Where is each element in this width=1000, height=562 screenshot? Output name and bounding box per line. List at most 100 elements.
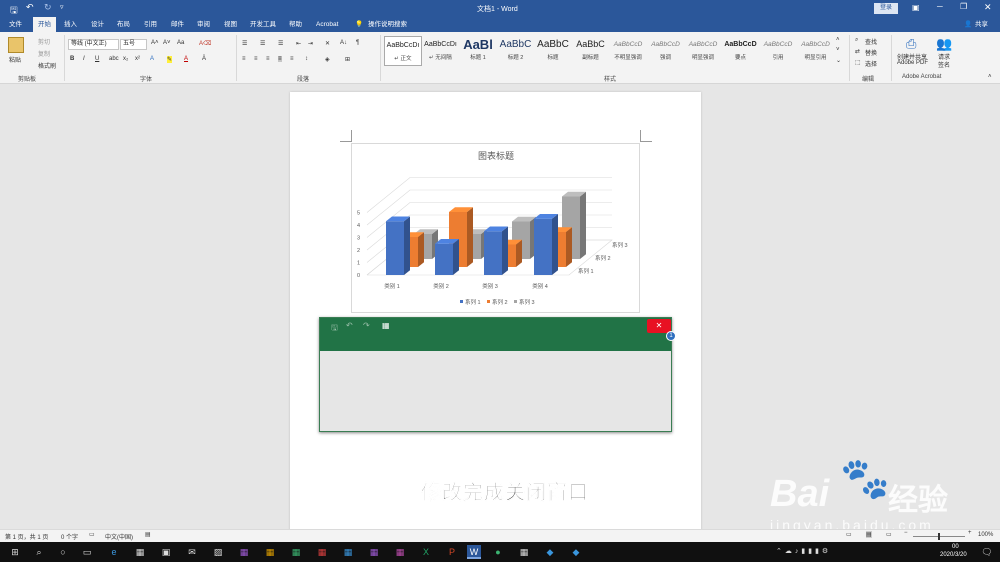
- shading-icon[interactable]: ◈: [325, 56, 330, 63]
- tab-references[interactable]: 引用: [144, 17, 157, 32]
- style-2[interactable]: AaBl 标题 1: [459, 36, 497, 66]
- gallery-more-icon[interactable]: ⌄: [836, 57, 841, 64]
- numbering-icon[interactable]: ☰: [260, 40, 265, 47]
- align-right-icon[interactable]: ≡: [266, 56, 270, 62]
- tab-insert[interactable]: 插入: [64, 17, 77, 32]
- zoom-out-icon[interactable]: −: [904, 530, 908, 536]
- excel-icon[interactable]: X: [419, 545, 433, 559]
- zoom-level[interactable]: 100%: [978, 532, 993, 538]
- word-icon[interactable]: W: [467, 545, 481, 559]
- bold-icon[interactable]: B: [70, 56, 74, 62]
- tab-review[interactable]: 审阅: [197, 17, 210, 32]
- show-marks-icon[interactable]: ¶: [356, 40, 359, 46]
- proofing-icon[interactable]: ▭: [89, 531, 95, 538]
- collapse-ribbon-icon[interactable]: ˄: [988, 74, 992, 80]
- align-left-icon[interactable]: ≡: [242, 56, 246, 62]
- italic-icon[interactable]: I: [83, 56, 85, 62]
- borders-icon[interactable]: ⊞: [345, 56, 350, 63]
- style-3[interactable]: AaBbC 标题 2: [497, 36, 535, 66]
- chinese-layout-icon[interactable]: ✕: [325, 40, 330, 47]
- tray-icons[interactable]: ⌃☁♪▮▮▮⚙: [776, 545, 926, 559]
- grow-font-icon[interactable]: A˄: [151, 40, 159, 46]
- request-sign-icon[interactable]: 👥: [936, 36, 952, 52]
- paste-icon[interactable]: [8, 37, 24, 53]
- ribbon-display-icon[interactable]: ▣: [912, 3, 920, 12]
- share-button[interactable]: 共享: [975, 17, 988, 32]
- tab-mailings[interactable]: 邮件: [171, 17, 184, 32]
- copy-button[interactable]: 复制: [38, 49, 50, 58]
- redo-icon[interactable]: ↻: [44, 2, 52, 13]
- bullets-icon[interactable]: ☰: [242, 40, 247, 47]
- style-1[interactable]: AaBbCcDı ↵ 无间隔: [422, 36, 460, 66]
- tab-acrobat[interactable]: Acrobat: [316, 17, 338, 32]
- app-icon[interactable]: ▦: [133, 545, 147, 559]
- replace-button[interactable]: 替换: [865, 48, 877, 57]
- app-icon[interactable]: ▦: [517, 545, 531, 559]
- style-11[interactable]: AaBbCcD 明显引用: [797, 36, 835, 66]
- app-icon[interactable]: ▦: [237, 545, 251, 559]
- decrease-indent-icon[interactable]: ⇤: [296, 40, 301, 47]
- print-layout-icon[interactable]: ▤: [866, 531, 872, 538]
- style-5[interactable]: AaBbC 副标题: [572, 36, 610, 66]
- clear-format-icon[interactable]: A⌫: [199, 40, 212, 47]
- text-effects-icon[interactable]: A: [150, 56, 154, 62]
- select-button[interactable]: 选择: [865, 59, 877, 68]
- zoom-slider[interactable]: [913, 533, 965, 540]
- font-name-select[interactable]: 等线 (中文正): [68, 39, 119, 50]
- distributed-icon[interactable]: ≡: [290, 56, 294, 62]
- shrink-font-icon[interactable]: A˅: [163, 40, 171, 46]
- tab-developer[interactable]: 开发工具: [250, 17, 276, 32]
- sort-icon[interactable]: A↓: [340, 40, 347, 46]
- paste-button[interactable]: 粘贴: [9, 55, 21, 64]
- search-icon[interactable]: ⌕: [32, 545, 46, 559]
- style-6[interactable]: AaBbCcD 不明显强调: [609, 36, 647, 66]
- page-count[interactable]: 第 1 页，共 1 页: [5, 532, 48, 541]
- increase-indent-icon[interactable]: ⇥: [308, 40, 313, 47]
- tab-home[interactable]: 开始: [33, 17, 56, 32]
- find-button[interactable]: 查找: [865, 37, 877, 46]
- format-painter-button[interactable]: 格式刷: [38, 61, 56, 70]
- multilevel-icon[interactable]: ☰: [278, 40, 283, 47]
- login-button[interactable]: 登录: [874, 3, 898, 14]
- language[interactable]: 中文(中国): [105, 532, 133, 541]
- clock-date[interactable]: 2020/3/20: [940, 552, 967, 558]
- subscript-icon[interactable]: x₂: [123, 56, 128, 62]
- style-8[interactable]: AaBbCcD 明显强调: [684, 36, 722, 66]
- strikethrough-icon[interactable]: abc: [109, 56, 119, 62]
- app-icon[interactable]: ◆: [543, 545, 557, 559]
- clock-time[interactable]: 00: [952, 544, 959, 550]
- notification-icon[interactable]: 🗨: [980, 545, 994, 559]
- word-count[interactable]: 0 个字: [61, 532, 78, 541]
- zoom-in-icon[interactable]: +: [968, 530, 972, 536]
- macro-icon[interactable]: ▤: [145, 531, 151, 538]
- font-color-icon[interactable]: A: [184, 56, 188, 62]
- app-icon[interactable]: ▦: [263, 545, 277, 559]
- tell-me-search[interactable]: 操作说明搜索: [368, 17, 407, 32]
- tab-file[interactable]: 文件: [9, 17, 22, 32]
- char-shading-icon[interactable]: Ä: [202, 56, 206, 62]
- windows-start-icon[interactable]: ⊞: [8, 545, 22, 559]
- app-icon[interactable]: ▦: [315, 545, 329, 559]
- web-layout-icon[interactable]: ▭: [886, 531, 892, 538]
- app-icon[interactable]: ▦: [367, 545, 381, 559]
- app-icon[interactable]: ▦: [341, 545, 355, 559]
- gallery-up-icon[interactable]: ˄: [836, 37, 840, 43]
- align-center-icon[interactable]: ≡: [254, 56, 258, 62]
- highlight-icon[interactable]: ✎: [167, 56, 173, 63]
- style-0[interactable]: AaBbCcDı ↵ 正文: [384, 36, 422, 66]
- app-icon[interactable]: ◆: [569, 545, 583, 559]
- underline-icon[interactable]: U: [95, 56, 99, 62]
- cortana-icon[interactable]: ○: [56, 545, 70, 559]
- restore-icon[interactable]: ❐: [960, 2, 967, 11]
- edit-in-excel-icon[interactable]: ▦: [382, 321, 390, 330]
- cut-button[interactable]: 剪切: [38, 37, 50, 46]
- font-size-select[interactable]: 五号: [120, 39, 147, 50]
- style-4[interactable]: AaBbC 标题: [534, 36, 572, 66]
- line-spacing-icon[interactable]: ↕: [305, 56, 308, 62]
- superscript-icon[interactable]: x²: [135, 56, 140, 62]
- photos-icon[interactable]: ▨: [211, 545, 225, 559]
- wechat-icon[interactable]: ●: [491, 545, 505, 559]
- tab-layout[interactable]: 布局: [117, 17, 130, 32]
- customize-qat-icon[interactable]: ▿: [60, 3, 64, 11]
- style-7[interactable]: AaBbCcD 强调: [647, 36, 685, 66]
